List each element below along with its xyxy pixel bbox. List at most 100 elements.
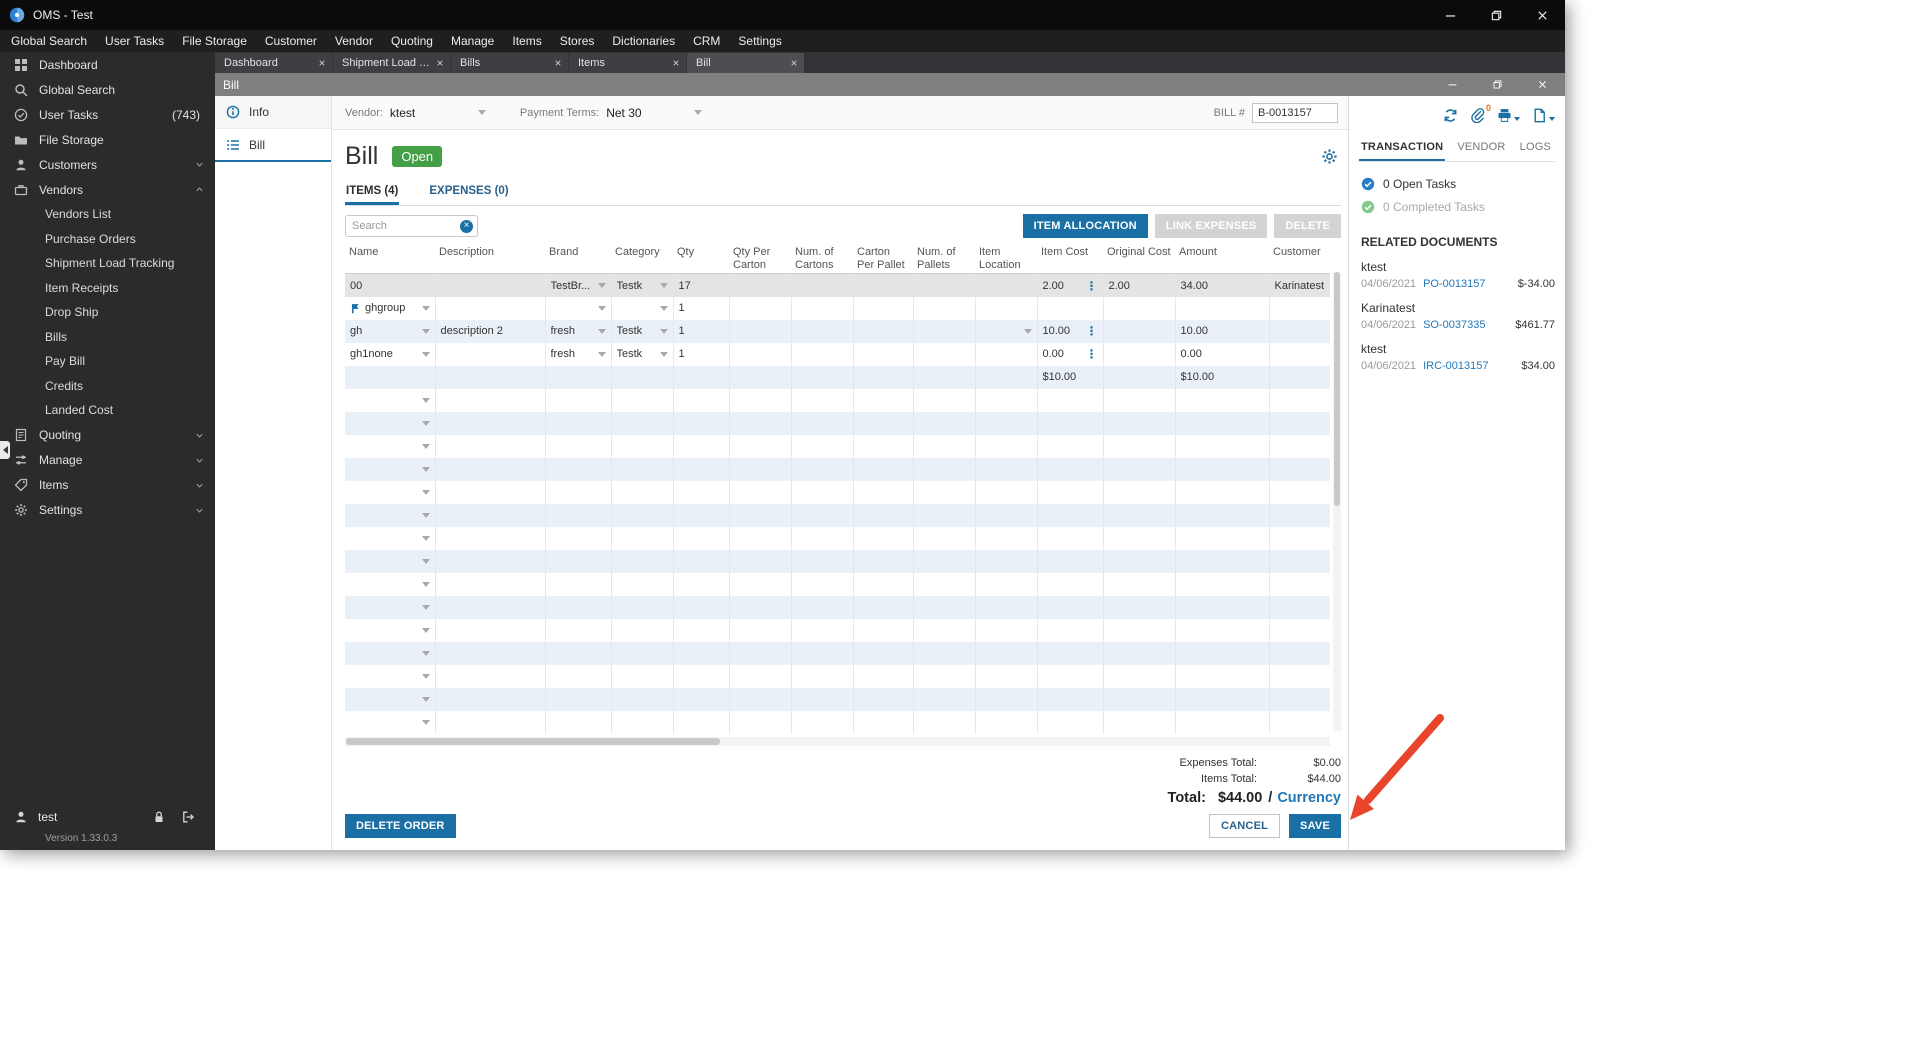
dropdown-arrow-icon[interactable] xyxy=(421,397,430,403)
sidebar-item-quoting[interactable]: Quoting xyxy=(0,423,215,448)
close-button[interactable] xyxy=(1519,0,1565,30)
table-row-empty[interactable] xyxy=(345,411,1330,435)
cell-name[interactable] xyxy=(345,503,436,527)
dropdown-arrow-icon[interactable] xyxy=(421,535,430,541)
column-header-description[interactable]: Description xyxy=(435,244,545,275)
cell-item_cost[interactable]: 0.00 ⋮ xyxy=(1037,342,1104,366)
dropdown-arrow-icon[interactable] xyxy=(1023,328,1032,334)
sidebar-item-credits[interactable]: Credits xyxy=(0,374,215,399)
cell-name[interactable] xyxy=(345,411,436,435)
tab-close-icon[interactable] xyxy=(318,59,326,67)
scrollbar-thumb[interactable] xyxy=(1334,272,1340,506)
tab-shipment-load-trac[interactable]: Shipment Load Trac... xyxy=(333,53,450,73)
print-button[interactable] xyxy=(1497,108,1520,123)
settings-gear-icon[interactable] xyxy=(1321,148,1338,165)
tab-items-4[interactable]: ITEMS (4) xyxy=(345,177,400,205)
sidebar-item-user-tasks[interactable]: User Tasks (743) xyxy=(0,102,215,127)
bill-number-input[interactable] xyxy=(1252,102,1338,123)
dropdown-arrow-icon[interactable] xyxy=(421,420,430,426)
dropdown-arrow-icon[interactable] xyxy=(597,305,606,311)
related-document-link[interactable]: PO-0013157 xyxy=(1423,278,1485,290)
delete-button[interactable]: DELETE xyxy=(1274,214,1341,238)
cancel-button[interactable]: CANCEL xyxy=(1209,814,1281,838)
cell-name[interactable]: gh xyxy=(345,319,436,343)
cell-brand[interactable]: TestBr... xyxy=(545,273,612,297)
dropdown-arrow-icon[interactable] xyxy=(421,696,430,702)
currency-link[interactable]: Currency xyxy=(1277,790,1341,806)
table-row-empty[interactable] xyxy=(345,549,1330,573)
sidebar-item-pay-bill[interactable]: Pay Bill xyxy=(0,349,215,374)
row-menu-icon[interactable]: ⋮ xyxy=(1086,348,1098,360)
dropdown-arrow-icon[interactable] xyxy=(597,351,606,357)
vendor-select[interactable]: ktest xyxy=(390,106,486,120)
sidebar-item-item-receipts[interactable]: Item Receipts xyxy=(0,276,215,301)
column-header-qty_per_carton[interactable]: Qty Per Carton xyxy=(729,244,791,275)
cell-name[interactable] xyxy=(345,457,436,481)
tab-transaction[interactable]: TRANSACTION xyxy=(1359,134,1446,161)
dropdown-arrow-icon[interactable] xyxy=(421,558,430,564)
dropdown-arrow-icon[interactable] xyxy=(421,650,430,656)
logout-icon[interactable] xyxy=(181,810,195,824)
dropdown-arrow-icon[interactable] xyxy=(421,719,430,725)
cell-brand[interactable] xyxy=(545,296,612,320)
dropdown-arrow-icon[interactable] xyxy=(421,351,430,357)
related-document-link[interactable]: IRC-0013157 xyxy=(1423,360,1488,372)
cell-category[interactable]: Testk xyxy=(611,273,674,297)
export-button[interactable] xyxy=(1532,108,1555,123)
table-row[interactable]: ghgroup 1 xyxy=(345,296,1330,320)
search-input[interactable] xyxy=(346,220,460,232)
menu-item-stores[interactable]: Stores xyxy=(551,30,604,52)
sidebar-item-customers[interactable]: Customers xyxy=(0,152,215,177)
table-row-empty[interactable] xyxy=(345,641,1330,665)
menu-item-vendor[interactable]: Vendor xyxy=(326,30,382,52)
table-row-empty[interactable] xyxy=(345,687,1330,711)
payment-terms-select[interactable]: Net 30 xyxy=(606,106,703,120)
table-row-empty[interactable] xyxy=(345,710,1330,734)
cell-name[interactable] xyxy=(345,595,436,619)
cell-name[interactable] xyxy=(345,687,436,711)
tab-bill[interactable]: Bill xyxy=(687,53,804,73)
menu-item-quoting[interactable]: Quoting xyxy=(382,30,442,52)
column-header-qty[interactable]: Qty xyxy=(673,244,729,275)
cell-category[interactable]: Testk xyxy=(611,342,674,366)
scrollbar-thumb[interactable] xyxy=(346,737,720,745)
column-header-category[interactable]: Category xyxy=(611,244,673,275)
sidebar-item-drop-ship[interactable]: Drop Ship xyxy=(0,300,215,325)
cell-category[interactable]: Testk xyxy=(611,319,674,343)
horizontal-scrollbar[interactable] xyxy=(345,736,1330,746)
menu-item-file-storage[interactable]: File Storage xyxy=(173,30,256,52)
dropdown-arrow-icon[interactable] xyxy=(421,581,430,587)
dropdown-arrow-icon[interactable] xyxy=(421,489,430,495)
cell-name[interactable] xyxy=(345,572,436,596)
column-header-item_cost[interactable]: Item Cost xyxy=(1037,244,1103,275)
table-row-empty[interactable] xyxy=(345,572,1330,596)
dropdown-arrow-icon[interactable] xyxy=(597,328,606,334)
search-clear-icon[interactable]: × xyxy=(460,219,473,233)
table-row[interactable]: gh description 2 fresh Testk 1 10.00 ⋮ 10.00 xyxy=(345,319,1330,343)
related-document-link[interactable]: SO-0037335 xyxy=(1423,319,1485,331)
column-header-customer[interactable]: Customer xyxy=(1269,244,1330,275)
tab-items[interactable]: Items xyxy=(569,53,686,73)
cell-name[interactable] xyxy=(345,434,436,458)
column-header-carton_per_pallet[interactable]: Carton Per Pallet xyxy=(853,244,913,275)
sidebar-item-settings[interactable]: Settings xyxy=(0,498,215,523)
menu-item-items[interactable]: Items xyxy=(503,30,550,52)
menu-item-dictionaries[interactable]: Dictionaries xyxy=(603,30,684,52)
bill-minimize-button[interactable] xyxy=(1430,73,1475,96)
sidebar-item-items[interactable]: Items xyxy=(0,473,215,498)
tab-logs[interactable]: LOGS xyxy=(1518,134,1553,161)
table-row-empty[interactable] xyxy=(345,595,1330,619)
sidebar-collapse-handle[interactable] xyxy=(0,441,10,459)
column-header-num_cartons[interactable]: Num. of Cartons xyxy=(791,244,853,275)
menu-item-customer[interactable]: Customer xyxy=(256,30,326,52)
column-header-original_cost[interactable]: Original Cost xyxy=(1103,244,1175,275)
menu-item-user-tasks[interactable]: User Tasks xyxy=(96,30,173,52)
refresh-icon[interactable] xyxy=(1443,108,1458,123)
cell-name[interactable] xyxy=(345,710,436,734)
cell-name[interactable] xyxy=(345,641,436,665)
dropdown-arrow-icon[interactable] xyxy=(659,351,668,357)
tab-vendor[interactable]: VENDOR xyxy=(1455,134,1507,161)
vertical-scrollbar[interactable] xyxy=(1333,272,1341,731)
lock-icon[interactable] xyxy=(152,810,166,824)
row-menu-icon[interactable]: ⋮ xyxy=(1086,280,1098,292)
